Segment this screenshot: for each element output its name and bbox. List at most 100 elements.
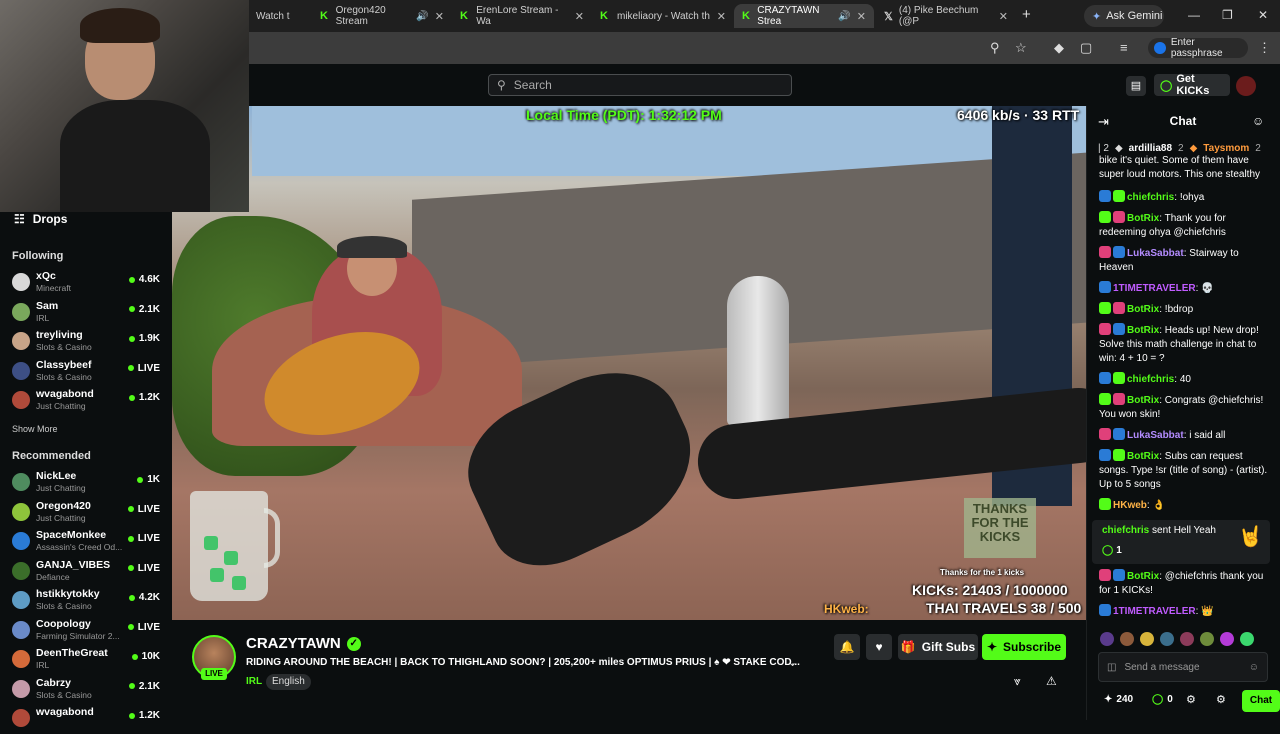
category-tag[interactable]: IRL xyxy=(240,674,268,690)
chat-username[interactable]: 1TIMETRAVELER xyxy=(1113,606,1196,617)
kick-favicon-icon: K xyxy=(742,9,750,22)
drops-link[interactable]: ☷ Drops xyxy=(14,212,67,226)
sidebar-channel-item[interactable]: Cabrzy Slots & Casino 2.1K xyxy=(10,677,162,705)
kicks-balance[interactable]: ◯ 0 xyxy=(1152,694,1173,705)
report-icon[interactable]: ⚠ xyxy=(1046,674,1057,688)
share-icon[interactable]: ⩔ xyxy=(1014,674,1021,689)
language-tag[interactable]: English xyxy=(266,674,311,690)
emote-icon[interactable] xyxy=(1160,632,1174,646)
browser-menu-icon[interactable]: ⋮ xyxy=(1258,40,1271,56)
sidebar-channel-item[interactable]: wvagabond Just Chatting 1.2K xyxy=(10,388,162,416)
live-dot-icon xyxy=(128,276,135,283)
speaker-icon[interactable]: 🔊 xyxy=(838,11,850,22)
emote-icon[interactable] xyxy=(1100,632,1114,646)
emote-icon[interactable] xyxy=(1220,632,1234,646)
emoji-icon[interactable]: ☺ xyxy=(1249,662,1259,673)
sidebar-channel-item[interactable]: SpaceMonkee Assassin's Creed Od... LIVE xyxy=(10,529,162,557)
chat-username[interactable]: BotRix xyxy=(1127,304,1159,315)
channel-avatar xyxy=(12,302,30,321)
browser-tab-active[interactable]: K CRAZYTAWN Strea 🔊 ✕ xyxy=(734,4,874,28)
chat-username[interactable]: 1TIMETRAVELER xyxy=(1113,283,1196,294)
expand-title-icon[interactable]: ⌄ xyxy=(788,656,797,669)
close-tab-icon[interactable]: ✕ xyxy=(717,10,726,23)
users-icon[interactable]: ☺ xyxy=(1252,114,1264,128)
tab-label: ErenLore Stream - Wa xyxy=(476,5,559,27)
chat-message: bike it's quiet. Some of them have super… xyxy=(1099,154,1269,182)
sidebar-channel-item[interactable]: Oregon420 Just Chatting LIVE xyxy=(10,500,162,528)
channel-name: hstikkytokky xyxy=(36,588,100,600)
get-kicks-button[interactable]: ◯ Get KICKs xyxy=(1154,73,1230,97)
sidebar-channel-item[interactable]: DeenTheGreat IRL 10K xyxy=(10,647,162,675)
sidebar-channel-item[interactable]: GANJA_VIBES Defiance LIVE xyxy=(10,559,162,587)
new-tab-icon[interactable]: + xyxy=(1022,6,1031,23)
subscribe-button[interactable]: ✦ Subscribe xyxy=(982,634,1066,660)
sidebar-channel-item[interactable]: treyliving Slots & Casino 1.9K xyxy=(10,329,162,357)
sidebar-channel-item[interactable]: NickLee Just Chatting 1K xyxy=(10,470,162,498)
chat-send-button[interactable]: Chat xyxy=(1242,690,1280,712)
sidebar-channel-item[interactable]: xQc Minecraft 4.6K xyxy=(10,270,162,298)
chat-username[interactable]: HKweb xyxy=(1113,500,1147,511)
media-controls-icon[interactable]: ≡ xyxy=(1120,40,1128,55)
search-input[interactable]: ⚲ Search xyxy=(488,74,792,96)
browser-tab[interactable]: 𝕏 (4) Pike Beechum (@P ✕ xyxy=(876,4,1016,28)
close-tab-icon[interactable]: ✕ xyxy=(999,10,1008,23)
speaker-icon[interactable]: 🔊 xyxy=(416,11,428,22)
browser-tab[interactable]: K ErenLore Stream - Wa ✕ xyxy=(452,4,592,28)
profile-passphrase-button[interactable]: Enter passphrase xyxy=(1148,37,1248,59)
minimize-icon[interactable]: — xyxy=(1188,8,1200,22)
maximize-icon[interactable]: ❐ xyxy=(1222,8,1233,22)
chat-message: BotRix: Thank you for redeeming ohya @ch… xyxy=(1099,211,1226,238)
follow-heart-button[interactable]: ♥ xyxy=(866,634,892,660)
chat-username[interactable]: chiefchris xyxy=(1127,192,1174,203)
extension-diamond-icon[interactable]: ◆ xyxy=(1054,40,1064,56)
sidebar-channel-item[interactable]: Classybeef Slots & Casino LIVE xyxy=(10,359,162,387)
chat-badge-icon xyxy=(1099,281,1111,293)
emote-icon[interactable] xyxy=(1120,632,1134,646)
close-tab-icon[interactable]: ✕ xyxy=(857,10,866,23)
browser-tab[interactable]: K mikeliaory - Watch th ✕ xyxy=(592,4,734,28)
chat-username[interactable]: BotRix xyxy=(1127,213,1159,224)
close-tab-icon[interactable]: ✕ xyxy=(435,10,444,23)
emote-picker-icon[interactable]: ⚙ xyxy=(1216,693,1226,706)
chat-username[interactable]: BotRix xyxy=(1127,451,1159,462)
sidebar-channel-item[interactable]: Coopology Farming Simulator 2... LIVE xyxy=(10,618,162,646)
sidebar-channel-item[interactable]: Sam IRL 2.1K xyxy=(10,300,162,328)
thanks-overlay: THANKS FOR THE KICKS xyxy=(964,498,1036,558)
chat-settings-icon[interactable]: ⚙ xyxy=(1186,693,1196,706)
verified-icon: ✓ xyxy=(346,636,361,651)
viewer-count: 1.2K xyxy=(128,710,160,721)
live-dot-icon xyxy=(127,624,134,630)
crown-emote-icon[interactable] xyxy=(1140,632,1154,646)
show-more-link[interactable]: Show More xyxy=(12,424,58,434)
bookmark-star-icon[interactable]: ☆ xyxy=(1015,40,1027,56)
emote-icon[interactable] xyxy=(1240,632,1254,646)
browser-tab[interactable]: K Oregon420 Stream 🔊 ✕ xyxy=(312,4,452,28)
gift-subs-button[interactable]: 🎁 Gift Subs xyxy=(898,634,978,660)
extensions-puzzle-icon[interactable]: ▢ xyxy=(1080,40,1092,56)
emote-icon[interactable] xyxy=(1200,632,1214,646)
chat-username[interactable]: LukaSabbat xyxy=(1127,248,1184,259)
sidebar-channel-item[interactable]: wvagabond 1.2K xyxy=(10,706,162,734)
channel-name[interactable]: CRAZYTAWN ✓ xyxy=(246,635,361,652)
channel-avatar xyxy=(12,361,30,380)
emote-icon[interactable] xyxy=(1180,632,1194,646)
chat-username[interactable]: chiefchris xyxy=(1127,374,1174,385)
chat-username[interactable]: BotRix xyxy=(1127,395,1159,406)
chat-username[interactable]: LukaSabbat xyxy=(1127,430,1184,441)
sidebar-channel-item[interactable]: hstikkytokky Slots & Casino 4.2K xyxy=(10,588,162,616)
user-avatar[interactable] xyxy=(1236,76,1256,96)
ask-gemini-button[interactable]: ✦ Ask Gemini xyxy=(1084,5,1164,27)
kick-gift-user: chiefchris xyxy=(1102,525,1150,536)
chat-username[interactable]: BotRix xyxy=(1127,571,1159,582)
browser-tab[interactable]: Watch t xyxy=(248,4,310,28)
dashboard-icon[interactable]: ▤ xyxy=(1126,76,1146,96)
close-window-icon[interactable]: ✕ xyxy=(1258,8,1268,22)
notification-bell-button[interactable]: 🔔 xyxy=(834,634,860,660)
tab-label: Watch t xyxy=(256,10,290,22)
chat-username[interactable]: BotRix xyxy=(1127,325,1159,336)
zoom-icon[interactable]: ⚲ xyxy=(990,40,1000,56)
close-tab-icon[interactable]: ✕ xyxy=(575,10,584,23)
chat-message-input[interactable]: ◫ Send a message ☺ xyxy=(1098,652,1268,682)
channel-points[interactable]: ✦ 240 xyxy=(1104,694,1133,705)
video-player[interactable]: THANKS FOR THE KICKS xyxy=(172,106,1086,620)
